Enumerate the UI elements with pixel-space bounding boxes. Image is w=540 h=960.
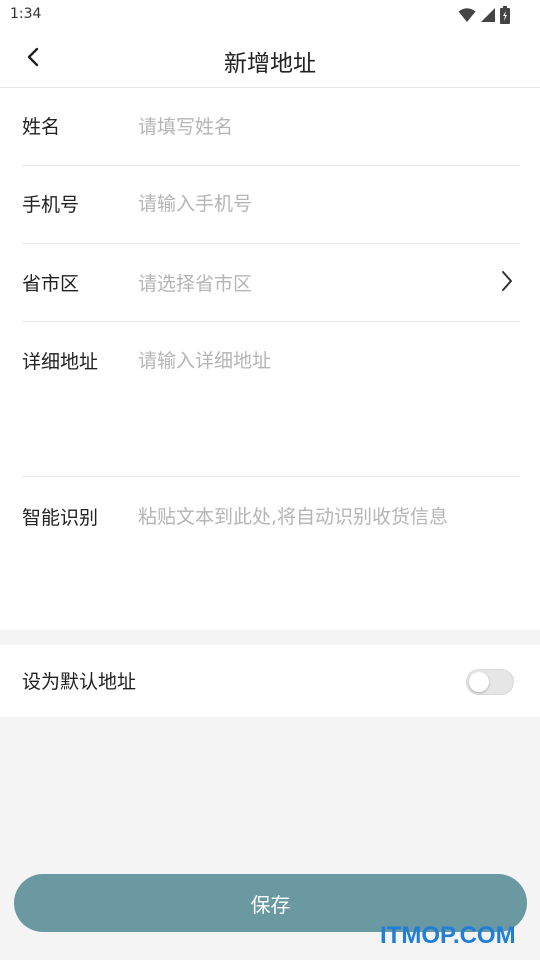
toggle-knob [469,672,489,692]
name-row[interactable]: 姓名 请填写姓名 [22,88,520,166]
page-title: 新增地址 [224,51,316,77]
default-address-row: 设为默认地址 [0,645,540,717]
address-form: 姓名 请填写姓名 手机号 请输入手机号 省市区 请选择省市区 详细地址 请输入详… [0,88,540,630]
signal-icon [480,7,496,23]
region-row[interactable]: 省市区 请选择省市区 [22,243,520,322]
wifi-icon [458,7,476,23]
chevron-right-icon[interactable] [500,270,514,296]
name-label: 姓名 [22,116,61,138]
phone-row[interactable]: 手机号 请输入手机号 [22,165,520,244]
smart-recognition-textarea[interactable]: 粘贴文本到此处,将自动识别收货信息 [138,502,448,529]
detail-row[interactable]: 详细地址 请输入详细地址 [22,321,520,477]
status-icons [458,6,510,24]
default-address-label: 设为默认地址 [22,671,137,693]
status-time: 1:34 [10,6,42,22]
phone-input[interactable]: 请输入手机号 [138,189,252,216]
name-input[interactable]: 请填写姓名 [138,112,233,139]
region-select[interactable]: 请选择省市区 [138,269,252,296]
detail-textarea[interactable]: 请输入详细地址 [138,346,271,373]
smart-recognition-label: 智能识别 [22,507,99,529]
region-label: 省市区 [22,273,80,295]
battery-icon [500,6,510,24]
watermark-logo: ITMOP.COM [380,922,516,949]
status-bar: 1:34 [0,0,540,32]
detail-label: 详细地址 [22,351,99,373]
phone-label: 手机号 [22,194,80,216]
default-address-toggle[interactable] [466,669,514,695]
smart-recognition-row[interactable]: 智能识别 粘贴文本到此处,将自动识别收货信息 [22,476,520,630]
nav-bar: 新增地址 [0,32,540,88]
